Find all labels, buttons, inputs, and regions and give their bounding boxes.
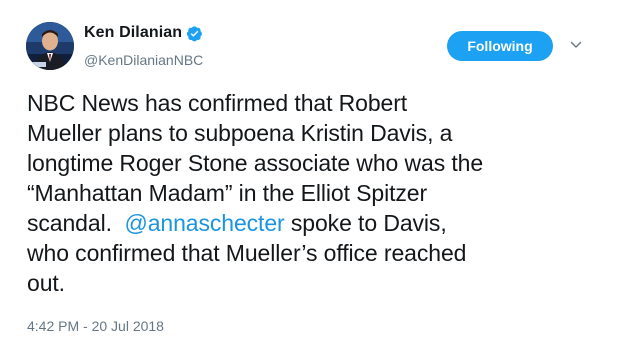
tweet-text-line: longtime Roger Stone associate who was t…: [27, 150, 484, 176]
tweet-text-line: who confirmed that Mueller’s office reac…: [27, 240, 467, 266]
tweet-text: NBC News has confirmed that Robert Muell…: [27, 88, 607, 298]
author-display-name[interactable]: Ken Dilanian: [84, 24, 182, 42]
tweet-card: Ken Dilanian @KenDilanianNBC Following N…: [0, 0, 617, 346]
tweet-text-line: NBC News has confirmed that Robert: [27, 90, 408, 116]
verified-badge-icon: [186, 25, 203, 42]
tweet-text-line: “Manhattan Madam” in the Elliot Spitzer: [27, 180, 428, 206]
tweet-text-line: out.: [27, 270, 65, 296]
author-handle[interactable]: @KenDilanianNBC: [84, 52, 203, 68]
author-info: Ken Dilanian @KenDilanianNBC: [84, 23, 203, 68]
author-avatar[interactable]: [26, 22, 74, 70]
chevron-down-icon[interactable]: [569, 38, 583, 52]
tweet-text-line: scandal. @annaschecter spoke to Davis,: [27, 208, 607, 238]
following-button[interactable]: Following: [447, 31, 553, 61]
mention-link[interactable]: @annaschecter: [124, 210, 284, 236]
news-anchor-avatar-icon: [26, 22, 74, 70]
tweet-timestamp[interactable]: 4:42 PM - 20 Jul 2018: [27, 318, 164, 334]
tweet-text-fragment: scandal.: [27, 210, 125, 236]
tweet-text-fragment: spoke to Davis,: [284, 210, 447, 236]
tweet-text-line: Mueller plans to subpoena Kristin Davis,…: [27, 120, 453, 146]
